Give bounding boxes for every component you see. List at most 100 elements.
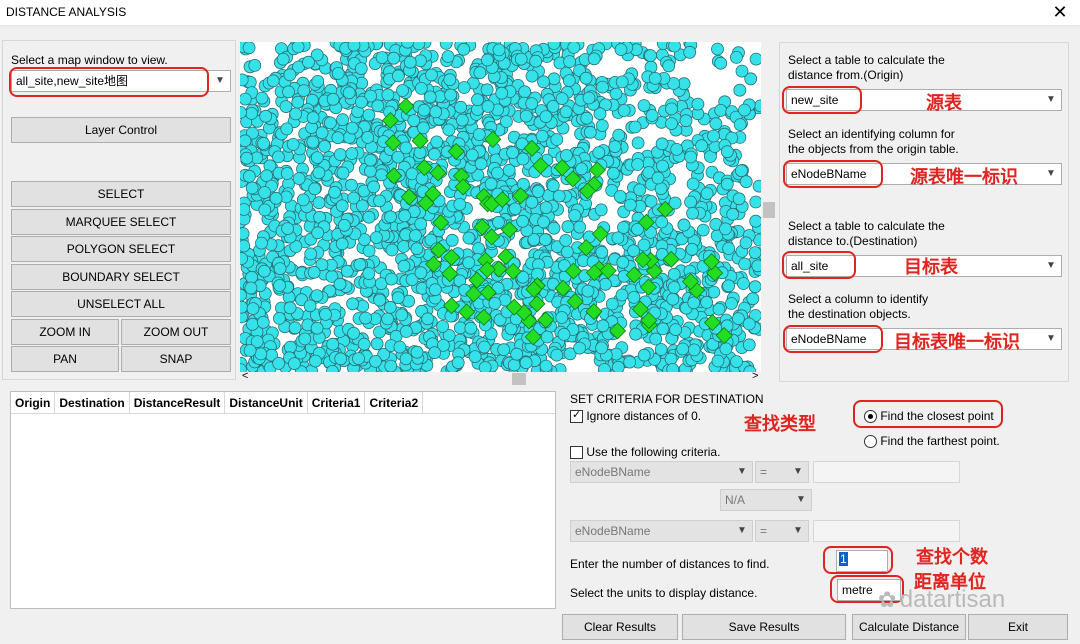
criteria2-field-select[interactable]: eNodeBName ▼ [570,520,753,542]
origin-table-annotation: 源表 [926,93,962,114]
layer-control-button[interactable]: Layer Control [11,117,231,143]
ignore-zero-option[interactable]: Ignore distances of 0. [570,408,702,424]
column-header[interactable]: Origin [11,392,56,413]
map-point [291,42,305,54]
map-point [318,140,331,153]
highlight-mark [783,160,883,188]
map-point [480,83,494,97]
map-point [384,359,398,372]
map-point [734,164,748,178]
map-vertical-scrollbar[interactable] [761,42,777,372]
map-point [257,137,271,150]
farthest-radio[interactable] [864,435,877,449]
criteria1-operator-select[interactable]: = ▼ [755,461,809,483]
column-header[interactable]: DistanceUnit [225,392,308,413]
map-point [623,355,637,369]
map-point [695,139,709,153]
map-point [398,209,412,223]
marquee-select-button[interactable]: MARQUEE SELECT [11,209,231,235]
zoom-in-button[interactable]: ZOOM IN [11,319,119,345]
closest-radio[interactable] [864,410,877,424]
results-grid[interactable]: Origin Destination DistanceResult DistanceU… [10,391,556,609]
scroll-right-icon[interactable]: > [752,370,758,382]
map-point [733,118,747,131]
exit-button[interactable]: Exit [968,614,1068,640]
criteria2-value-input[interactable] [813,520,960,542]
close-icon[interactable]: ✕ [1050,2,1070,22]
criteria1-field-select[interactable]: eNodeBName ▼ [570,461,753,483]
num-distances-input[interactable]: 1 [836,550,888,572]
use-criteria-checkbox[interactable] [570,446,583,460]
map-point [568,209,582,222]
column-header[interactable]: Criteria2 [365,392,424,413]
watermark-text: datartisan [899,586,1006,613]
map-point [711,354,725,368]
scroll-thumb[interactable] [763,202,775,218]
map-horizontal-scrollbar[interactable]: < > [240,370,777,386]
map-point [752,179,761,193]
scroll-thumb[interactable] [512,373,526,385]
map-point [352,352,365,366]
map-point [508,202,522,216]
map-point [281,222,294,236]
calculate-distance-button[interactable]: Calculate Distance [852,614,966,640]
criteria1-value-input[interactable] [813,461,960,483]
map-point [362,210,376,224]
map-point [457,42,471,56]
snap-button[interactable]: SNAP [121,346,231,372]
map-point [477,340,491,354]
polygon-select-button[interactable]: POLYGON SELECT [11,236,231,262]
origin-column-label: Select an identifying column for the obj… [788,127,959,157]
column-header[interactable]: DistanceResult [130,392,226,413]
select-button[interactable]: SELECT [11,181,231,207]
map-point [595,341,609,355]
criteria-joiner-select[interactable]: N/A ▼ [720,489,812,511]
map-point [457,81,471,94]
unselect-all-button[interactable]: UNSELECT ALL [11,291,231,317]
map-point [645,109,659,122]
map-view[interactable] [240,42,761,372]
map-point [557,327,571,341]
map-point [687,296,701,310]
map-point [356,199,369,213]
map-point [399,325,413,338]
map-point [292,172,306,186]
column-header[interactable]: Criteria1 [308,392,366,413]
map-point [357,337,371,351]
map-point [391,69,405,83]
map-point [245,107,259,120]
map-point [280,167,294,180]
boundary-select-button[interactable]: BOUNDARY SELECT [11,264,231,290]
map-point [742,317,756,331]
label-line: distance from.(Origin) [788,68,904,82]
criteria-panel: SET CRITERIA FOR DESTINATION Ignore dist… [562,388,1068,610]
map-canvas[interactable] [240,42,761,372]
criteria-title: SET CRITERIA FOR DESTINATION [570,392,764,406]
ignore-zero-label: Ignore distances of 0. [586,409,702,423]
map-point [428,283,442,297]
map-point [428,346,442,360]
pan-button[interactable]: PAN [11,346,119,372]
column-header[interactable]: Destination [55,392,130,413]
save-results-button[interactable]: Save Results [682,614,846,640]
origin-column-annotation: 源表唯一标识 [910,167,1018,188]
map-point [391,291,405,305]
map-point [248,58,262,72]
map-point [342,86,356,100]
closest-option[interactable]: Find the closest point [864,409,994,424]
scroll-left-icon[interactable]: < [242,370,248,382]
map-point [242,42,256,55]
map-point [749,195,761,209]
zoom-out-button[interactable]: ZOOM OUT [121,319,231,345]
farthest-option[interactable]: Find the farthest point. [864,434,1000,449]
criteria2-operator-select[interactable]: = ▼ [755,520,809,542]
map-point [415,172,429,185]
map-point [746,292,760,306]
map-point [742,338,756,352]
map-point [519,356,533,370]
ignore-zero-checkbox[interactable] [570,408,583,424]
map-point [362,267,376,280]
clear-results-button[interactable]: Clear Results [562,614,678,640]
map-point [623,198,637,212]
use-criteria-option[interactable]: Use the following criteria. [570,445,720,460]
